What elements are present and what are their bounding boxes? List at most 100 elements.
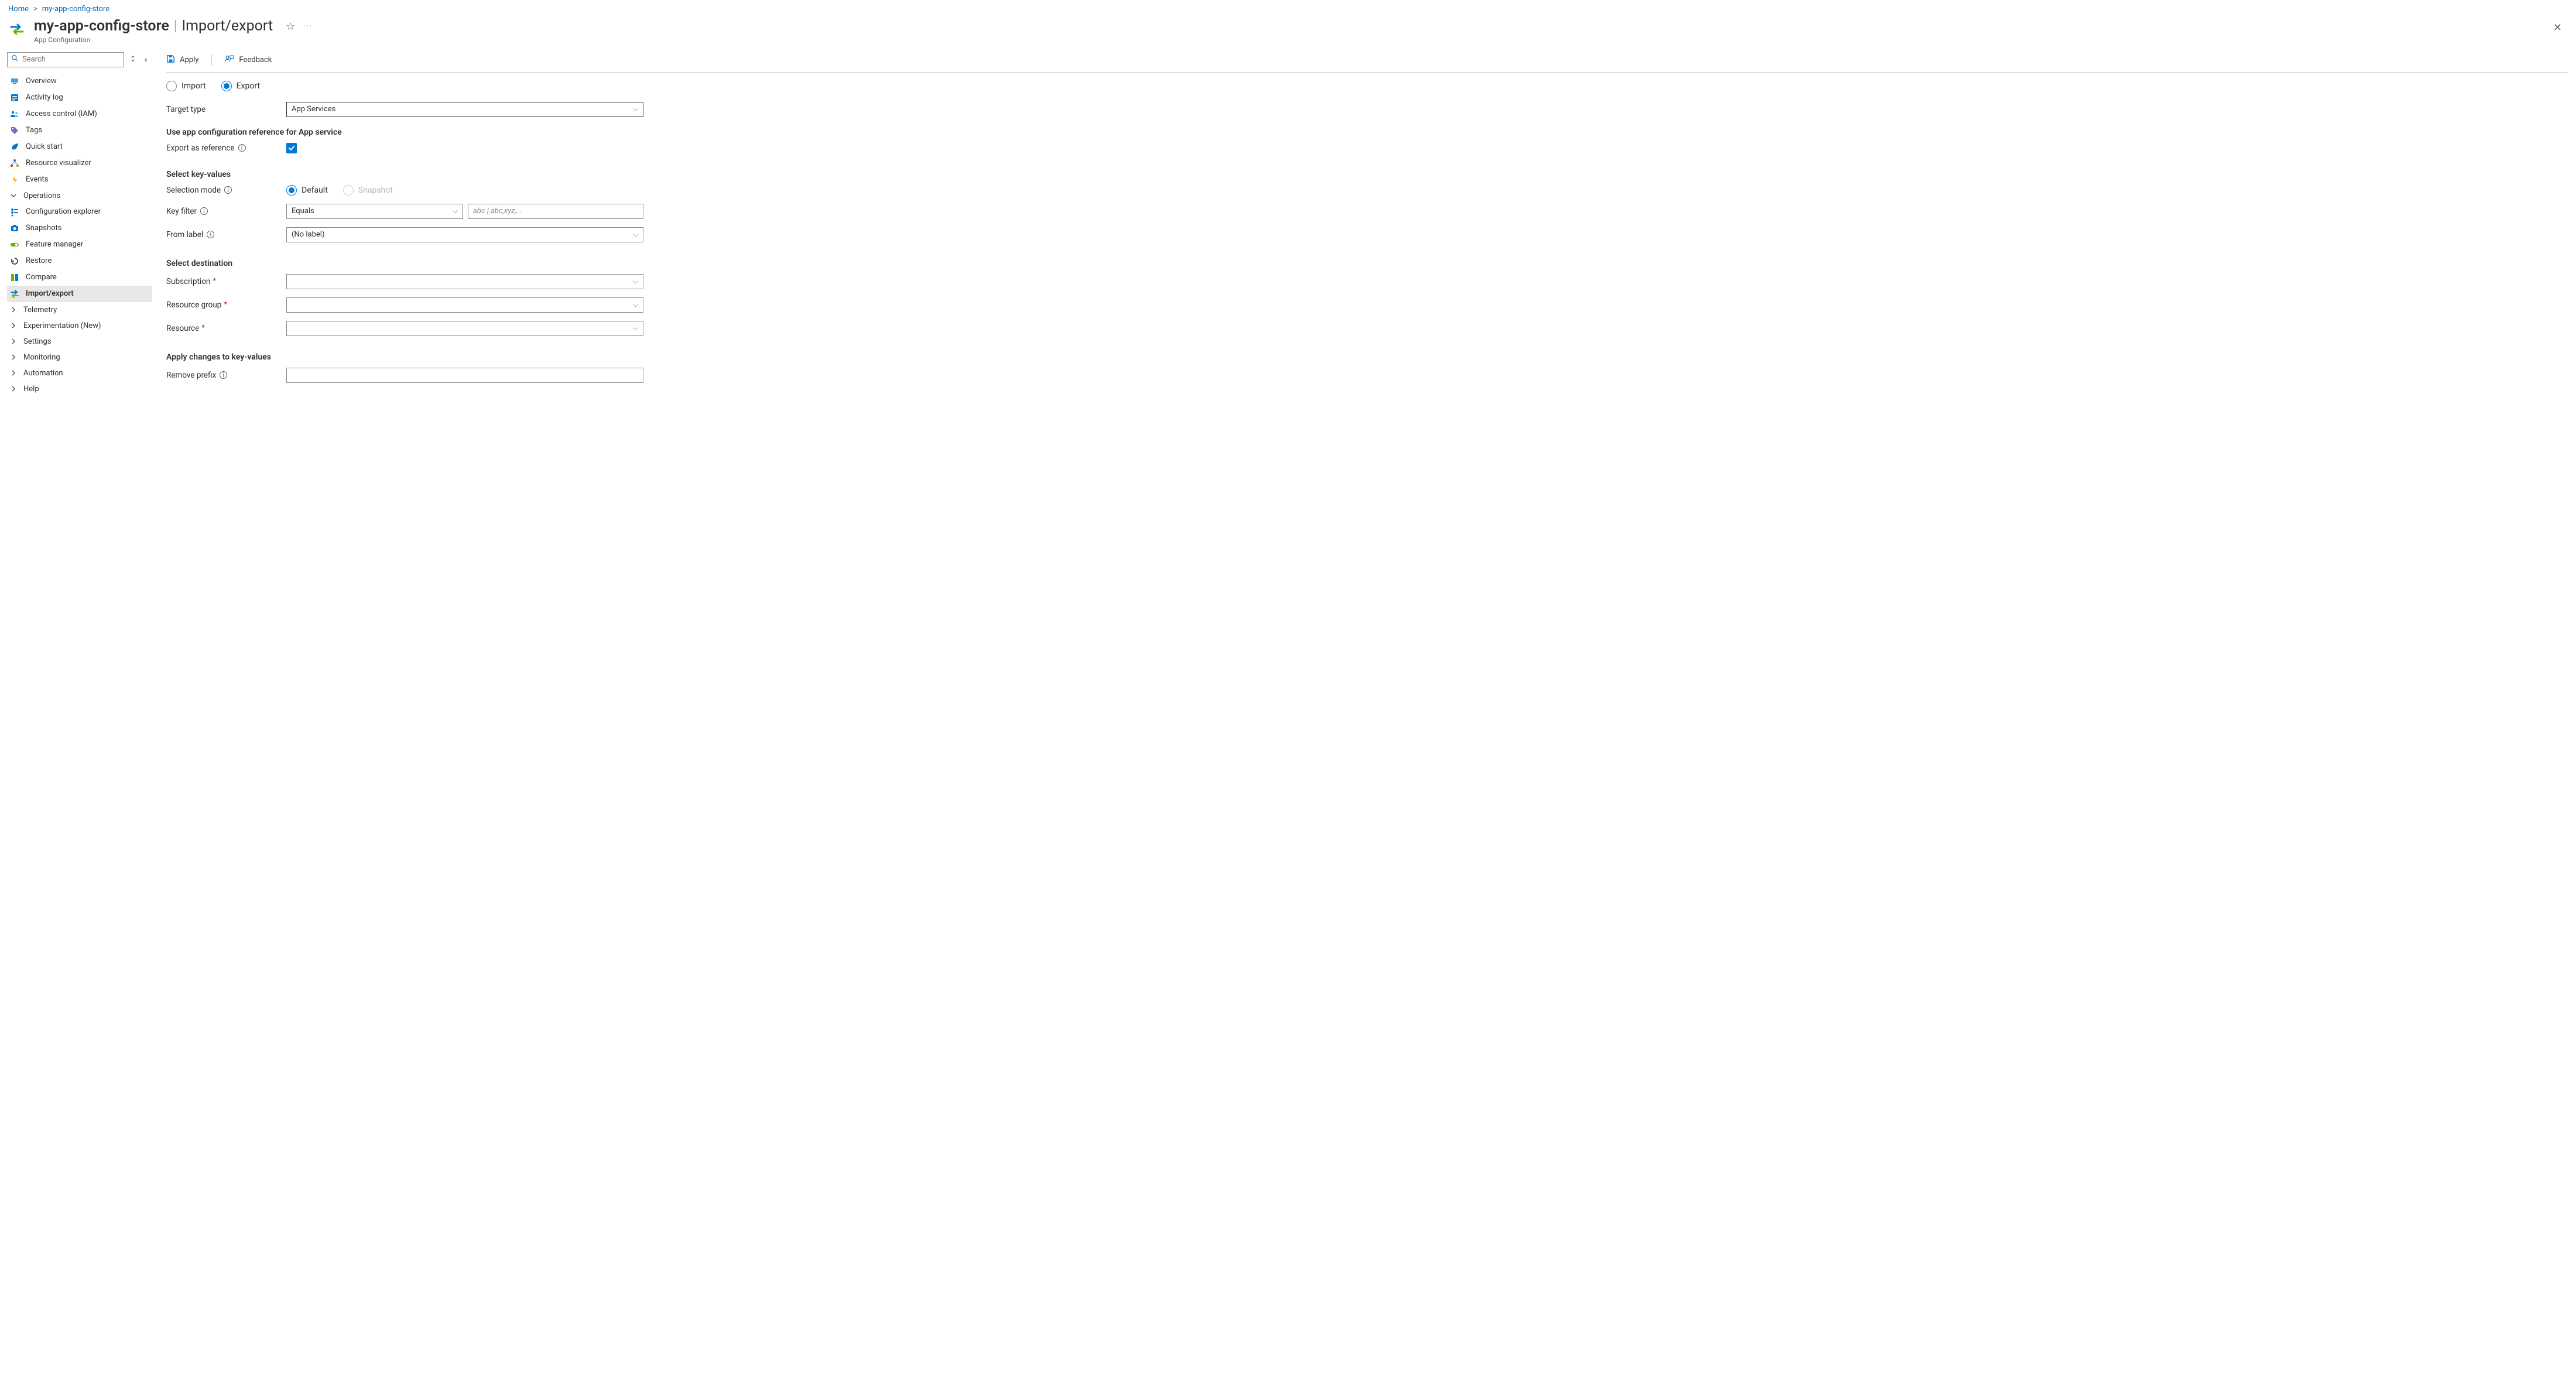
breadcrumb: Home > my-app-config-store xyxy=(0,0,2576,16)
sidebar-item-quick-start[interactable]: Quick start xyxy=(7,139,152,155)
close-blade-button[interactable]: ✕ xyxy=(2547,18,2568,37)
chevron-down-icon: ⌵ xyxy=(633,300,638,309)
sidebar-item-feature-manager[interactable]: Feature manager xyxy=(7,237,152,253)
resource-visualizer-icon xyxy=(9,159,20,168)
sidebar-expand-icon[interactable] xyxy=(128,55,138,64)
sidebar-group-label: Settings xyxy=(23,337,51,346)
chevron-right-icon xyxy=(9,307,18,313)
sidebar-group-telemetry[interactable]: Telemetry xyxy=(7,302,152,318)
resource-label: Resource* xyxy=(166,324,286,333)
sidebar-group-automation[interactable]: Automation xyxy=(7,365,152,381)
chevron-right-icon xyxy=(9,370,18,376)
resource-select[interactable]: ⌵ xyxy=(286,321,643,336)
sidebar-item-compare[interactable]: Compare xyxy=(7,269,152,286)
info-icon[interactable]: i xyxy=(238,144,246,152)
chevron-right-icon xyxy=(9,323,18,328)
subscription-select[interactable]: ⌵ xyxy=(286,274,643,289)
sidebar-item-label: Feature manager xyxy=(26,240,83,249)
subscription-label: Subscription* xyxy=(166,277,286,286)
chevron-down-icon: ⌵ xyxy=(453,207,458,215)
export-as-reference-label: Export as reference i xyxy=(166,143,286,153)
config-explorer-icon xyxy=(9,207,20,217)
chevron-down-icon: ⌵ xyxy=(633,105,638,114)
sidebar-group-settings[interactable]: Settings xyxy=(7,334,152,350)
reference-section-heading: Use app configuration reference for App … xyxy=(166,128,810,137)
sidebar-item-events[interactable]: Events xyxy=(7,172,152,188)
sidebar-item-label: Configuration explorer xyxy=(26,207,101,216)
sidebar-item-label: Quick start xyxy=(26,142,63,151)
selection-mode-default-radio[interactable]: Default xyxy=(286,185,328,196)
chevron-right-icon xyxy=(9,386,18,392)
select-destination-heading: Select destination xyxy=(166,259,810,268)
sidebar-group-experimentation[interactable]: Experimentation (New) xyxy=(7,318,152,334)
sidebar-item-overview[interactable]: Overview xyxy=(7,73,152,90)
apply-button[interactable]: Apply xyxy=(166,54,198,66)
resource-group-select[interactable]: ⌵ xyxy=(286,297,643,313)
restore-icon xyxy=(9,256,20,266)
sidebar-group-monitoring[interactable]: Monitoring xyxy=(7,350,152,365)
sidebar-item-import-export[interactable]: Import/export xyxy=(7,286,152,302)
key-filter-value-input[interactable] xyxy=(468,204,643,219)
sidebar-item-snapshots[interactable]: Snapshots xyxy=(7,220,152,237)
info-icon[interactable]: i xyxy=(220,371,227,379)
sidebar-search[interactable] xyxy=(7,52,124,67)
access-control-icon xyxy=(9,109,20,119)
info-icon[interactable]: i xyxy=(200,207,208,215)
sidebar-item-label: Tags xyxy=(26,126,42,135)
from-label-label: From label i xyxy=(166,230,286,239)
apply-changes-heading: Apply changes to key-values xyxy=(166,352,810,362)
chevron-right-icon xyxy=(9,354,18,360)
breadcrumb-resource[interactable]: my-app-config-store xyxy=(42,5,109,13)
command-label: Feedback xyxy=(239,56,272,64)
sidebar-item-label: Resource visualizer xyxy=(26,159,91,167)
sidebar-item-activity-log[interactable]: Activity log xyxy=(7,90,152,106)
radio-label: Import xyxy=(181,81,206,91)
sidebar-group-operations[interactable]: Operations xyxy=(7,188,152,204)
radio-label: Snapshot xyxy=(358,186,393,195)
breadcrumb-separator: > xyxy=(33,5,37,13)
remove-prefix-input[interactable] xyxy=(286,368,643,383)
overview-icon xyxy=(9,77,20,86)
favorite-star-icon[interactable]: ☆ xyxy=(286,20,295,33)
resource-type-icon xyxy=(8,20,26,38)
sidebar-group-label: Experimentation (New) xyxy=(23,321,101,330)
page-title: my-app-config-store | Import/export xyxy=(34,18,273,35)
sidebar-item-configuration-explorer[interactable]: Configuration explorer xyxy=(7,204,152,220)
radio-label: Export xyxy=(237,81,260,91)
sidebar-group-help[interactable]: Help xyxy=(7,381,152,397)
info-icon[interactable]: i xyxy=(224,186,232,194)
feedback-button[interactable]: Feedback xyxy=(225,54,272,66)
sidebar-item-label: Activity log xyxy=(26,93,63,102)
breadcrumb-home[interactable]: Home xyxy=(8,5,29,13)
resource-sidebar: « Overview Activity log Access control (… xyxy=(0,50,152,409)
sidebar-collapse-icon[interactable]: « xyxy=(142,56,150,64)
more-actions-icon[interactable]: ··· xyxy=(303,22,313,31)
from-label-select[interactable]: (No label) ⌵ xyxy=(286,227,643,242)
chevron-down-icon xyxy=(9,193,18,198)
sidebar-item-label: Restore xyxy=(26,256,52,265)
selection-mode-snapshot-radio: Snapshot xyxy=(343,185,393,196)
target-type-select[interactable]: App Services ⌵ xyxy=(286,102,643,117)
sidebar-group-label: Telemetry xyxy=(23,306,57,314)
mode-export-radio[interactable]: Export xyxy=(221,81,260,91)
sidebar-item-tags[interactable]: Tags xyxy=(7,122,152,139)
quick-start-icon xyxy=(9,142,20,152)
sidebar-item-restore[interactable]: Restore xyxy=(7,253,152,269)
command-label: Apply xyxy=(180,56,198,64)
key-filter-operator-select[interactable]: Equals ⌵ xyxy=(286,204,463,219)
sidebar-item-label: Snapshots xyxy=(26,224,62,232)
sidebar-group-label: Operations xyxy=(23,191,60,200)
resource-group-label: Resource group* xyxy=(166,300,286,310)
key-filter-label: Key filter i xyxy=(166,207,286,216)
chevron-down-icon: ⌵ xyxy=(633,230,638,239)
sidebar-item-access-control[interactable]: Access control (IAM) xyxy=(7,106,152,122)
select-key-values-heading: Select key-values xyxy=(166,170,810,179)
sidebar-item-resource-visualizer[interactable]: Resource visualizer xyxy=(7,155,152,172)
export-as-reference-checkbox[interactable] xyxy=(286,143,297,153)
mode-import-radio[interactable]: Import xyxy=(166,81,206,91)
select-value: Equals xyxy=(292,207,314,215)
sidebar-search-input[interactable] xyxy=(22,55,120,64)
info-icon[interactable]: i xyxy=(207,231,214,238)
selection-mode-label: Selection mode i xyxy=(166,186,286,195)
search-icon xyxy=(11,54,19,64)
